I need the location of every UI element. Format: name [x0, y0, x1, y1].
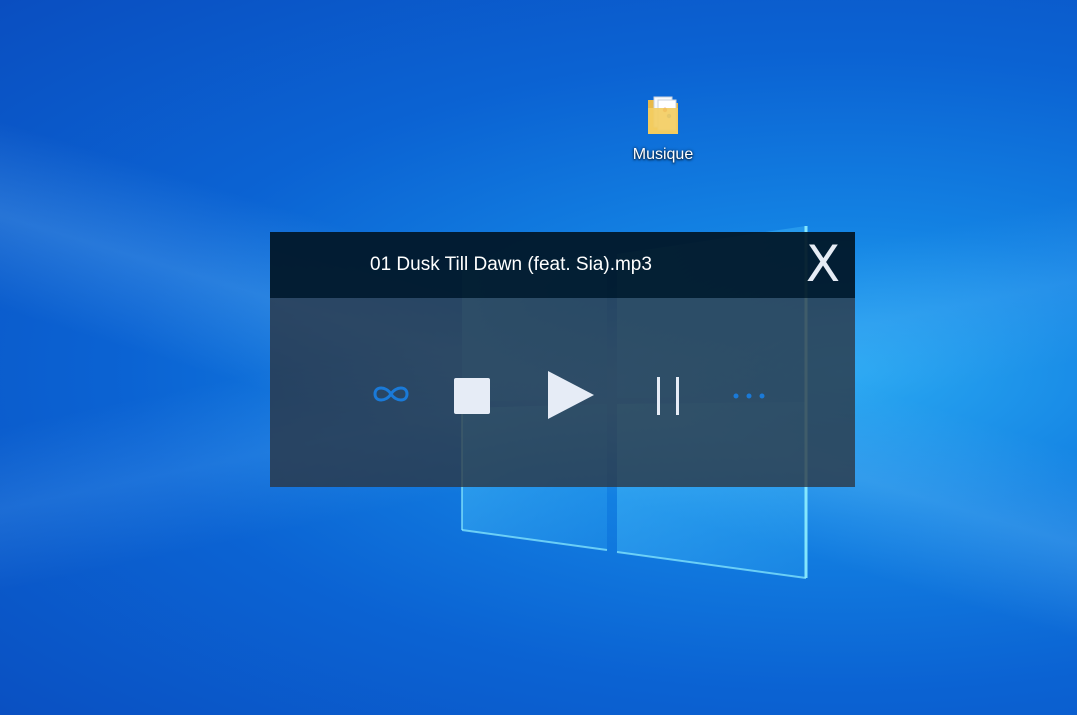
music-player-window: 01 Dusk Till Dawn (feat. Sia).mp3 X: [270, 232, 855, 487]
pause-icon: [657, 377, 679, 415]
play-button[interactable]: [546, 370, 596, 420]
desktop: Musique 01 Dusk Till Dawn (feat. Sia).mp…: [0, 0, 1077, 715]
player-titlebar: 01 Dusk Till Dawn (feat. Sia).mp3 X: [270, 232, 855, 298]
desktop-icon-musique[interactable]: Musique: [622, 94, 704, 164]
more-dots-icon: [733, 393, 765, 399]
loop-button[interactable]: [368, 378, 414, 410]
close-button[interactable]: X: [803, 237, 843, 291]
more-button[interactable]: [728, 386, 770, 406]
stop-icon: [454, 378, 490, 414]
player-controls-panel: [270, 298, 855, 487]
track-title: 01 Dusk Till Dawn (feat. Sia).mp3: [370, 254, 652, 275]
pause-button[interactable]: [655, 376, 685, 416]
play-icon: [548, 371, 594, 419]
music-folder-icon: [648, 96, 678, 134]
infinity-loop-icon: [373, 386, 409, 402]
stop-button[interactable]: [453, 377, 491, 415]
desktop-icon-label: Musique: [632, 146, 694, 163]
